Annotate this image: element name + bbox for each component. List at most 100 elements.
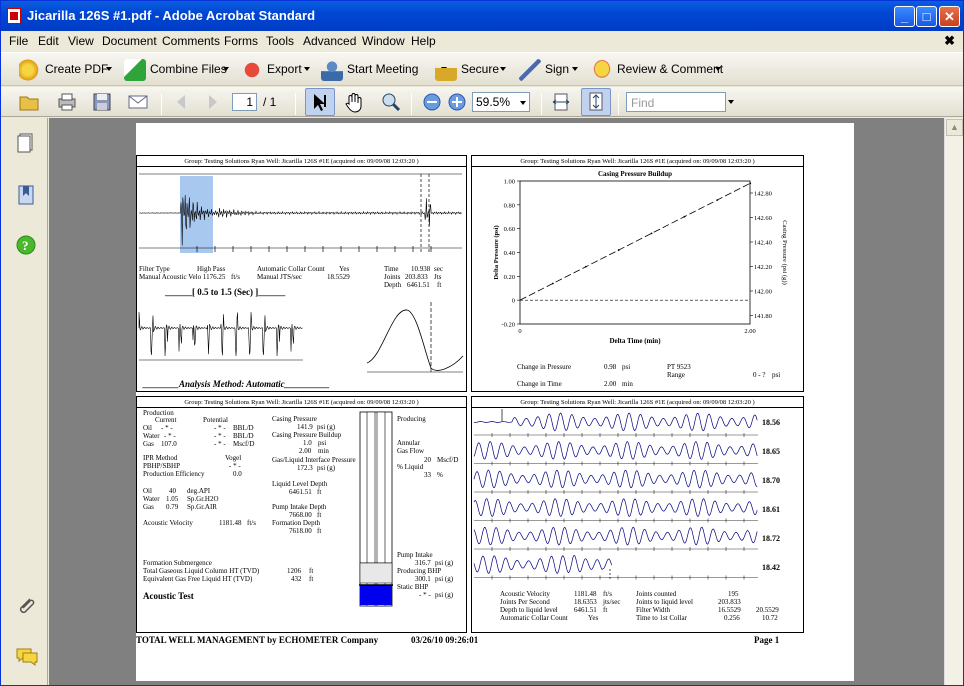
manual-jts-value: 18.5529 xyxy=(327,273,350,281)
data-point xyxy=(650,232,653,235)
pid-unit: ft xyxy=(317,511,322,519)
comments-panel-icon[interactable] xyxy=(15,646,39,671)
cpb-time-unit: min xyxy=(318,447,329,455)
acoustic-trace-plot xyxy=(139,173,462,254)
open-folder-icon[interactable] xyxy=(18,91,40,113)
menu-edit[interactable]: Edit xyxy=(38,34,59,48)
previous-page-icon[interactable] xyxy=(171,91,193,113)
pages-panel-icon[interactable] xyxy=(16,132,36,157)
y-tick-label: 1.00 xyxy=(504,179,515,186)
p4-fw-value1: 16.5529 xyxy=(718,606,741,614)
menu-advanced[interactable]: Advanced xyxy=(303,34,356,48)
start-meeting-button[interactable]: Start Meeting xyxy=(321,59,447,81)
minimize-button[interactable]: _ xyxy=(894,6,915,27)
email-icon[interactable] xyxy=(127,91,149,113)
maximize-button[interactable]: □ xyxy=(916,6,937,27)
meeting-icon xyxy=(321,59,343,81)
menu-window[interactable]: Window xyxy=(362,34,405,48)
fit-page-button[interactable] xyxy=(581,88,611,116)
gas-label: Gas xyxy=(143,440,154,448)
sign-button[interactable]: Sign xyxy=(519,59,579,81)
zoom-out-icon[interactable] xyxy=(421,91,443,113)
casing-pressure-label: Casing Pressure xyxy=(272,415,317,423)
water-label: Water xyxy=(143,432,160,440)
lock-icon xyxy=(435,59,457,81)
gas-current: 107.0 xyxy=(161,440,177,448)
p4-jps-value: 18.6353 xyxy=(574,598,597,606)
collar-trace-line xyxy=(473,469,758,489)
scroll-up-icon[interactable]: ▲ xyxy=(946,119,963,136)
combine-files-button[interactable]: Combine Files xyxy=(124,59,232,81)
menu-file[interactable]: File xyxy=(9,34,28,48)
attachments-icon[interactable] xyxy=(16,595,38,622)
title-bar[interactable]: Jicarilla 126S #1.pdf - Adobe Acrobat St… xyxy=(1,1,963,31)
auto-collar-value: Yes xyxy=(339,265,350,273)
cpb-label: Casing Pressure Buildup xyxy=(272,431,342,439)
menu-forms[interactable]: Forms xyxy=(224,34,258,48)
glip-unit: psi (g) xyxy=(317,464,336,472)
menu-comments[interactable]: Comments xyxy=(162,34,220,48)
pid-value: 7668.00 xyxy=(289,511,312,519)
pump-intake-label: Pump Intake xyxy=(397,551,433,559)
producing-bhp-value: 300.1 xyxy=(415,575,431,583)
chevron-down-icon xyxy=(304,67,310,71)
menu-tools[interactable]: Tools xyxy=(266,34,294,48)
page-number-input[interactable]: 1 xyxy=(232,93,257,111)
collar-trace-line xyxy=(473,498,758,518)
static-bhp-label: Static BHP xyxy=(397,583,429,591)
buildup-line xyxy=(519,183,751,301)
menu-help[interactable]: Help xyxy=(411,34,436,48)
next-page-icon[interactable] xyxy=(201,91,223,113)
toolbar-separator xyxy=(618,93,619,115)
y2-tick-label: 141.80 xyxy=(754,313,772,320)
window-signal-line xyxy=(138,312,303,357)
plot-frame xyxy=(519,180,751,325)
menu-document[interactable]: Document xyxy=(102,34,157,48)
pct-liquid-label: % Liquid xyxy=(397,463,424,471)
toolbar-separator xyxy=(161,93,162,115)
change-pressure-unit: psi xyxy=(622,363,631,371)
review-comment-button[interactable]: Review & Comment xyxy=(591,59,723,81)
p4-jps-label: Joints Per Second xyxy=(500,598,550,606)
fd-label: Formation Depth xyxy=(272,519,321,527)
create-pdf-button[interactable]: Create PDF xyxy=(19,59,119,81)
zoom-level-select[interactable]: 59.5% xyxy=(472,92,530,112)
document-area[interactable]: Group: Testing Solutions Ryan Well: Jica… xyxy=(49,118,944,685)
fit-width-icon[interactable] xyxy=(550,91,572,113)
close-button[interactable]: ✕ xyxy=(939,6,960,27)
change-time-label: Change in Time xyxy=(517,380,562,388)
panel-header: Group: Testing Solutions Ryan Well: Jica… xyxy=(472,398,803,408)
find-input[interactable]: Find xyxy=(626,92,726,112)
oil-unit: BBL/D xyxy=(233,424,254,432)
hand-tool-icon[interactable] xyxy=(343,91,365,113)
p4-acc-label: Automatic Collar Count xyxy=(500,614,568,622)
collar-rate-1: 18.56 xyxy=(762,418,780,427)
help-icon[interactable]: ? xyxy=(16,235,38,260)
save-icon[interactable] xyxy=(91,91,113,113)
p4-av-value: 1181.48 xyxy=(574,590,597,598)
pdf-file-icon xyxy=(7,8,21,24)
liquid-column xyxy=(360,585,392,605)
oil-api-value: 40 xyxy=(169,487,176,495)
menu-view[interactable]: View xyxy=(68,34,94,48)
change-time-value: 2.00 xyxy=(604,380,617,388)
secure-button[interactable]: Secure xyxy=(435,59,507,81)
zoom-tool-icon[interactable] xyxy=(379,91,401,113)
close-document-icon[interactable]: ✖ xyxy=(944,33,955,49)
vertical-scrollbar[interactable]: ▲ xyxy=(944,118,963,685)
y-tick-label: 0.20 xyxy=(504,274,515,281)
p4-dtl-unit: ft xyxy=(603,606,608,614)
page-count: / 1 xyxy=(263,95,277,109)
time-value: 10.938 xyxy=(411,265,431,273)
wellbore-diagram xyxy=(359,411,393,607)
oil-api-unit: deg.API xyxy=(187,487,211,495)
print-icon[interactable] xyxy=(56,91,78,113)
gas-unit: Mscf/D xyxy=(233,440,255,448)
analysis-method: ________Analysis Method: Automatic______… xyxy=(143,379,330,389)
find-options-icon[interactable] xyxy=(728,100,734,104)
zoom-in-icon[interactable] xyxy=(446,91,468,113)
bookmarks-panel-icon[interactable] xyxy=(16,184,36,209)
export-button[interactable]: Export xyxy=(241,59,313,81)
select-tool-button[interactable] xyxy=(305,88,335,116)
collar-rate-6: 18.42 xyxy=(762,563,780,572)
